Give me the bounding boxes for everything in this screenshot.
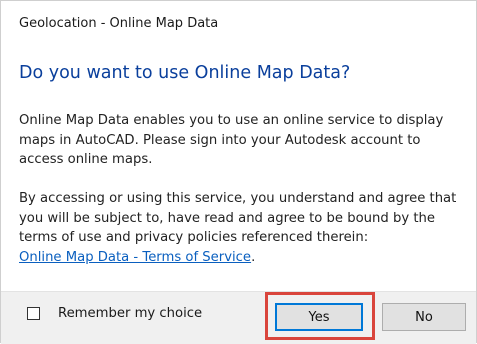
terms-text: By accessing or using this service, you … [19,191,457,245]
yes-button[interactable]: Yes [275,303,363,331]
remember-choice-checkbox[interactable] [27,307,40,320]
window-title: Geolocation - Online Map Data [19,16,219,31]
terms-paragraph: By accessing or using this service, you … [19,189,459,267]
remember-choice-label: Remember my choice [58,306,203,321]
no-button[interactable]: No [382,303,466,331]
terms-link-suffix: . [251,249,256,265]
remember-choice-option[interactable]: Remember my choice [27,306,202,321]
description-paragraph: Online Map Data enables you to use an on… [19,113,444,167]
terms-of-service-link[interactable]: Online Map Data - Terms of Service [19,250,251,265]
dialog-heading: Do you want to use Online Map Data? [19,63,351,83]
online-map-data-dialog: Geolocation - Online Map Data Do you wan… [0,0,477,344]
